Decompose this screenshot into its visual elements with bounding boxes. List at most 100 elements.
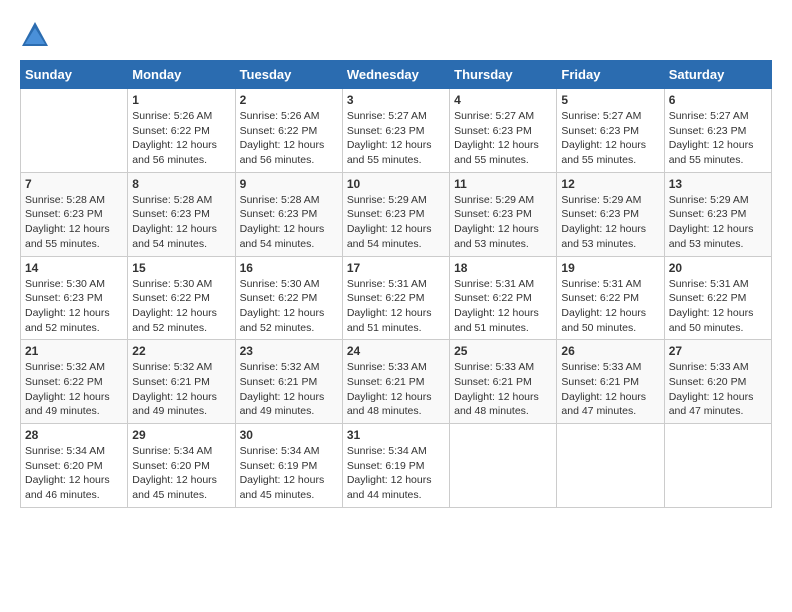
day-number: 11	[454, 177, 552, 191]
calendar-cell: 11 Sunrise: 5:29 AM Sunset: 6:23 PM Dayli…	[450, 172, 557, 256]
day-number: 22	[132, 344, 230, 358]
day-number: 31	[347, 428, 445, 442]
day-info: Sunrise: 5:31 AM Sunset: 6:22 PM Dayligh…	[669, 277, 767, 336]
day-number: 2	[240, 93, 338, 107]
calendar-cell: 1 Sunrise: 5:26 AM Sunset: 6:22 PM Daylig…	[128, 89, 235, 173]
week-row-4: 28 Sunrise: 5:34 AM Sunset: 6:20 PM Dayli…	[21, 424, 772, 508]
calendar-cell: 31 Sunrise: 5:34 AM Sunset: 6:19 PM Dayli…	[342, 424, 449, 508]
calendar-cell: 14 Sunrise: 5:30 AM Sunset: 6:23 PM Dayli…	[21, 256, 128, 340]
calendar-cell: 12 Sunrise: 5:29 AM Sunset: 6:23 PM Dayli…	[557, 172, 664, 256]
calendar-cell: 17 Sunrise: 5:31 AM Sunset: 6:22 PM Dayli…	[342, 256, 449, 340]
day-number: 12	[561, 177, 659, 191]
header-thursday: Thursday	[450, 61, 557, 89]
day-info: Sunrise: 5:28 AM Sunset: 6:23 PM Dayligh…	[240, 193, 338, 252]
day-info: Sunrise: 5:28 AM Sunset: 6:23 PM Dayligh…	[25, 193, 123, 252]
day-number: 4	[454, 93, 552, 107]
day-info: Sunrise: 5:27 AM Sunset: 6:23 PM Dayligh…	[561, 109, 659, 168]
calendar-cell: 20 Sunrise: 5:31 AM Sunset: 6:22 PM Dayli…	[664, 256, 771, 340]
calendar-cell: 2 Sunrise: 5:26 AM Sunset: 6:22 PM Daylig…	[235, 89, 342, 173]
calendar-cell: 28 Sunrise: 5:34 AM Sunset: 6:20 PM Dayli…	[21, 424, 128, 508]
week-row-3: 21 Sunrise: 5:32 AM Sunset: 6:22 PM Dayli…	[21, 340, 772, 424]
day-number: 30	[240, 428, 338, 442]
day-info: Sunrise: 5:29 AM Sunset: 6:23 PM Dayligh…	[347, 193, 445, 252]
calendar-cell: 3Sunrise: 5:27 AM Sunset: 6:23 PM Daylig…	[342, 89, 449, 173]
day-info: Sunrise: 5:27 AM Sunset: 6:23 PM Dayligh…	[669, 109, 767, 168]
day-number: 21	[25, 344, 123, 358]
calendar-cell: 7 Sunrise: 5:28 AM Sunset: 6:23 PM Daylig…	[21, 172, 128, 256]
day-info: Sunrise: 5:29 AM Sunset: 6:23 PM Dayligh…	[454, 193, 552, 252]
day-number: 10	[347, 177, 445, 191]
week-row-2: 14 Sunrise: 5:30 AM Sunset: 6:23 PM Dayli…	[21, 256, 772, 340]
calendar-cell: 8Sunrise: 5:28 AM Sunset: 6:23 PM Daylig…	[128, 172, 235, 256]
calendar-cell: 6Sunrise: 5:27 AM Sunset: 6:23 PM Daylig…	[664, 89, 771, 173]
calendar-cell: 10 Sunrise: 5:29 AM Sunset: 6:23 PM Dayli…	[342, 172, 449, 256]
day-number: 8	[132, 177, 230, 191]
calendar-cell: 21 Sunrise: 5:32 AM Sunset: 6:22 PM Dayli…	[21, 340, 128, 424]
calendar-cell	[664, 424, 771, 508]
day-number: 13	[669, 177, 767, 191]
day-number: 23	[240, 344, 338, 358]
calendar-cell: 5 Sunrise: 5:27 AM Sunset: 6:23 PM Daylig…	[557, 89, 664, 173]
calendar-cell: 30 Sunrise: 5:34 AM Sunset: 6:19 PM Dayli…	[235, 424, 342, 508]
day-number: 9	[240, 177, 338, 191]
calendar-cell: 24Sunrise: 5:33 AM Sunset: 6:21 PM Dayli…	[342, 340, 449, 424]
day-info: Sunrise: 5:26 AM Sunset: 6:22 PM Dayligh…	[132, 109, 230, 168]
day-number: 29	[132, 428, 230, 442]
day-number: 15	[132, 261, 230, 275]
header-wednesday: Wednesday	[342, 61, 449, 89]
calendar-cell	[450, 424, 557, 508]
header-row: SundayMondayTuesdayWednesdayThursdayFrid…	[21, 61, 772, 89]
calendar-cell: 16Sunrise: 5:30 AM Sunset: 6:22 PM Dayli…	[235, 256, 342, 340]
day-info: Sunrise: 5:30 AM Sunset: 6:23 PM Dayligh…	[25, 277, 123, 336]
day-number: 17	[347, 261, 445, 275]
day-number: 25	[454, 344, 552, 358]
day-info: Sunrise: 5:29 AM Sunset: 6:23 PM Dayligh…	[561, 193, 659, 252]
day-info: Sunrise: 5:34 AM Sunset: 6:20 PM Dayligh…	[132, 444, 230, 503]
day-info: Sunrise: 5:32 AM Sunset: 6:21 PM Dayligh…	[132, 360, 230, 419]
day-info: Sunrise: 5:34 AM Sunset: 6:19 PM Dayligh…	[240, 444, 338, 503]
calendar-header: SundayMondayTuesdayWednesdayThursdayFrid…	[21, 61, 772, 89]
day-number: 20	[669, 261, 767, 275]
day-info: Sunrise: 5:27 AM Sunset: 6:23 PM Dayligh…	[454, 109, 552, 168]
day-number: 18	[454, 261, 552, 275]
day-info: Sunrise: 5:33 AM Sunset: 6:21 PM Dayligh…	[347, 360, 445, 419]
day-info: Sunrise: 5:32 AM Sunset: 6:21 PM Dayligh…	[240, 360, 338, 419]
header-tuesday: Tuesday	[235, 61, 342, 89]
day-number: 14	[25, 261, 123, 275]
day-info: Sunrise: 5:33 AM Sunset: 6:21 PM Dayligh…	[454, 360, 552, 419]
day-info: Sunrise: 5:30 AM Sunset: 6:22 PM Dayligh…	[132, 277, 230, 336]
day-info: Sunrise: 5:33 AM Sunset: 6:21 PM Dayligh…	[561, 360, 659, 419]
day-info: Sunrise: 5:32 AM Sunset: 6:22 PM Dayligh…	[25, 360, 123, 419]
logo	[20, 20, 54, 50]
week-row-1: 7 Sunrise: 5:28 AM Sunset: 6:23 PM Daylig…	[21, 172, 772, 256]
day-info: Sunrise: 5:34 AM Sunset: 6:20 PM Dayligh…	[25, 444, 123, 503]
day-number: 5	[561, 93, 659, 107]
day-number: 28	[25, 428, 123, 442]
calendar-cell	[21, 89, 128, 173]
day-info: Sunrise: 5:26 AM Sunset: 6:22 PM Dayligh…	[240, 109, 338, 168]
day-info: Sunrise: 5:31 AM Sunset: 6:22 PM Dayligh…	[561, 277, 659, 336]
calendar-cell: 23 Sunrise: 5:32 AM Sunset: 6:21 PM Dayli…	[235, 340, 342, 424]
calendar-cell: 27Sunrise: 5:33 AM Sunset: 6:20 PM Dayli…	[664, 340, 771, 424]
logo-icon	[20, 20, 50, 50]
header-friday: Friday	[557, 61, 664, 89]
calendar-cell	[557, 424, 664, 508]
day-info: Sunrise: 5:31 AM Sunset: 6:22 PM Dayligh…	[347, 277, 445, 336]
day-info: Sunrise: 5:31 AM Sunset: 6:22 PM Dayligh…	[454, 277, 552, 336]
calendar-cell: 18 Sunrise: 5:31 AM Sunset: 6:22 PM Dayli…	[450, 256, 557, 340]
header-monday: Monday	[128, 61, 235, 89]
calendar-cell: 13Sunrise: 5:29 AM Sunset: 6:23 PM Dayli…	[664, 172, 771, 256]
calendar-body: 1 Sunrise: 5:26 AM Sunset: 6:22 PM Daylig…	[21, 89, 772, 508]
day-number: 7	[25, 177, 123, 191]
calendar-cell: 4 Sunrise: 5:27 AM Sunset: 6:23 PM Daylig…	[450, 89, 557, 173]
calendar-cell: 29 Sunrise: 5:34 AM Sunset: 6:20 PM Dayli…	[128, 424, 235, 508]
week-row-0: 1 Sunrise: 5:26 AM Sunset: 6:22 PM Daylig…	[21, 89, 772, 173]
day-number: 1	[132, 93, 230, 107]
day-number: 26	[561, 344, 659, 358]
calendar-cell: 25 Sunrise: 5:33 AM Sunset: 6:21 PM Dayli…	[450, 340, 557, 424]
day-info: Sunrise: 5:34 AM Sunset: 6:19 PM Dayligh…	[347, 444, 445, 503]
day-info: Sunrise: 5:30 AM Sunset: 6:22 PM Dayligh…	[240, 277, 338, 336]
day-info: Sunrise: 5:33 AM Sunset: 6:20 PM Dayligh…	[669, 360, 767, 419]
day-info: Sunrise: 5:27 AM Sunset: 6:23 PM Dayligh…	[347, 109, 445, 168]
page-header	[20, 20, 772, 50]
